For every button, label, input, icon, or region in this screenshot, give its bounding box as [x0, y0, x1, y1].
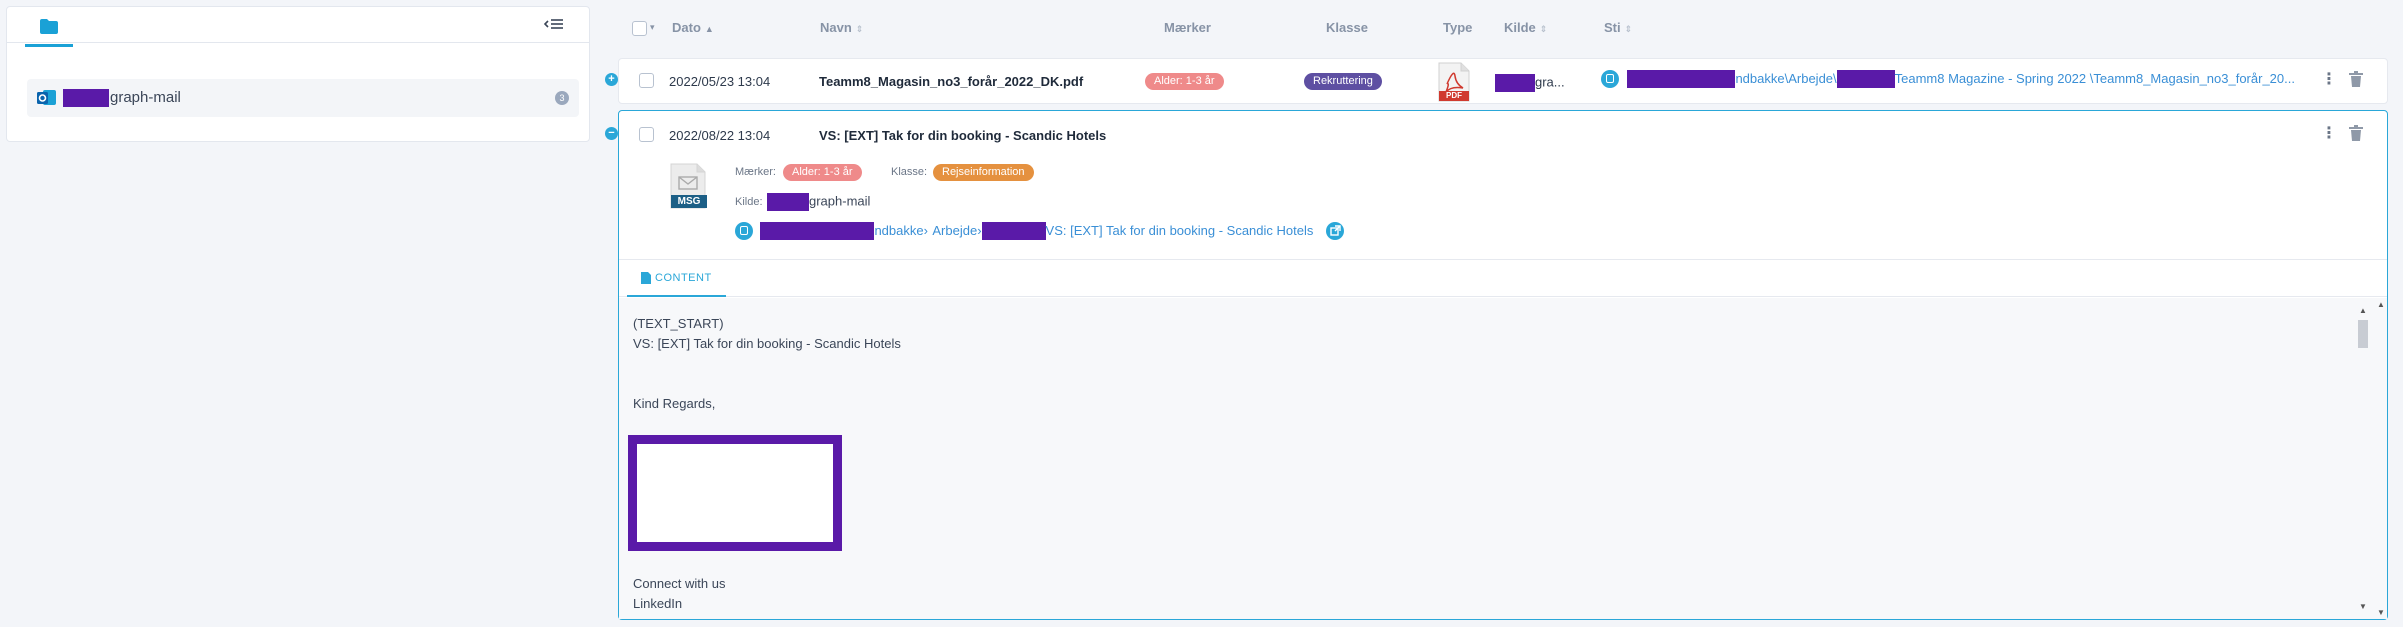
scroll-thumb[interactable] [2358, 320, 2368, 348]
content-scrollbar[interactable]: ▲ ▼ [2357, 306, 2369, 611]
more-options-icon[interactable]: ⋮ [2321, 123, 2337, 143]
column-header-date[interactable]: Dato ▲ [672, 20, 714, 35]
sort-icon: ⇕ [855, 24, 864, 34]
source-panel: graph-mail 3 [6, 6, 590, 142]
column-header-source[interactable]: Kilde ⇕ [1504, 20, 1547, 35]
redacted-block [1495, 74, 1535, 92]
content-line: LinkedIn [633, 596, 683, 611]
file-type-label: MSG [677, 196, 701, 207]
row-name[interactable]: VS: [EXT] Tak for din booking - Scandic … [819, 128, 1106, 143]
content-line: Kind Regards, [633, 396, 716, 411]
row-checkbox[interactable] [639, 73, 654, 88]
path-segment[interactable]: Arbejde› [932, 223, 981, 238]
row-checkbox[interactable] [639, 127, 654, 142]
scroll-down-icon[interactable]: ▼ [2377, 608, 2385, 617]
copy-path-icon[interactable] [735, 222, 753, 240]
path-segment[interactable]: ndbakke\Arbejde\ [1735, 71, 1836, 86]
pdf-file-icon: PDF [1437, 62, 1471, 102]
trash-icon[interactable] [2349, 71, 2363, 92]
file-type-label: PDF [1446, 91, 1462, 100]
expand-row-icon[interactable]: + [605, 73, 618, 86]
path-segment[interactable]: Teamm8 Magazine - Spring 2022 \Teamm8_Ma… [1895, 71, 2295, 86]
tag-badge: Alder: 1-3 år [1145, 73, 1224, 90]
content-line: Connect with us [633, 576, 726, 591]
row-source: gra... [1495, 74, 1565, 92]
collapse-row-icon[interactable]: − [605, 127, 618, 140]
content-viewer: (TEXT_START) VS: [EXT] Tak for din booki… [619, 298, 2387, 619]
sort-asc-icon: ▲ [704, 24, 714, 34]
column-header-name[interactable]: Navn ⇕ [820, 20, 863, 35]
class-label: Klasse: [891, 166, 928, 178]
more-options-icon[interactable]: ⋮ [2321, 69, 2337, 89]
outlook-icon [37, 89, 57, 112]
chevron-down-icon[interactable]: ▾ [650, 22, 655, 33]
content-tabs: CONTENT [619, 259, 2387, 297]
path-segment[interactable]: VS: [EXT] Tak for din booking - Scandic … [1046, 223, 1314, 238]
scroll-down-icon[interactable]: ▼ [2359, 602, 2367, 611]
content-line: (TEXT_START) [633, 316, 724, 331]
redacted-block [767, 193, 809, 211]
document-icon [641, 272, 651, 285]
scroll-up-icon[interactable]: ▲ [2359, 306, 2367, 315]
folder-icon [40, 19, 58, 34]
redacted-block [63, 89, 109, 108]
collapse-sidebar-icon[interactable] [543, 15, 565, 33]
source-item-label: graph-mail [63, 89, 181, 108]
column-header-path[interactable]: Sti ⇕ [1604, 20, 1632, 35]
folder-tab[interactable] [25, 13, 73, 47]
row-path[interactable]: ndbakke\Arbejde\ Teamm8 Magazine - Spring… [1601, 70, 2295, 88]
row-source: graph-mail [767, 193, 870, 211]
tag-badge: Alder: 1-3 år [783, 164, 862, 181]
column-header-tags[interactable]: Mærker [1164, 20, 1211, 35]
source-label: Kilde: [735, 196, 763, 208]
source-panel-toolbar [7, 7, 589, 47]
scroll-up-icon[interactable]: ▲ [2377, 300, 2385, 309]
tab-content[interactable]: CONTENT [627, 260, 726, 297]
column-header-type[interactable]: Type [1443, 20, 1472, 35]
class-badge: Rekruttering [1304, 73, 1382, 90]
path-segment[interactable]: ndbakke› [874, 223, 927, 238]
row-path[interactable]: ndbakke› Arbejde› VS: [EXT] Tak for din b… [735, 222, 1344, 240]
msg-file-icon: MSG [669, 163, 707, 209]
column-header-class[interactable]: Klasse [1326, 20, 1368, 35]
redacted-image [628, 435, 842, 551]
sort-icon: ⇕ [1624, 24, 1633, 34]
sort-icon: ⇕ [1539, 24, 1548, 34]
redacted-block [1627, 70, 1736, 88]
table-row[interactable]: + 2022/05/23 13:04 Teamm8_Magasin_no3_fo… [605, 58, 2388, 104]
redacted-block [760, 222, 875, 240]
open-external-icon[interactable] [1325, 222, 1344, 240]
select-all-checkbox[interactable] [632, 21, 647, 36]
row-name[interactable]: Teamm8_Magasin_no3_forår_2022_DK.pdf [819, 74, 1083, 89]
row-date: 2022/05/23 13:04 [669, 74, 771, 89]
content-line: VS: [EXT] Tak for din booking - Scandic … [633, 336, 901, 351]
source-item-count: 3 [555, 91, 569, 105]
table-row-expanded[interactable]: − 2022/08/22 13:04 VS: [EXT] Tak for din… [605, 110, 2388, 620]
trash-icon[interactable] [2349, 125, 2363, 146]
tags-label: Mærker: [735, 166, 776, 178]
source-item-graph-mail[interactable]: graph-mail 3 [27, 79, 579, 117]
table-header: ▾ Dato ▲ Navn ⇕ Mærker Klasse Type Kilde ⇕ … [618, 12, 2388, 44]
outer-scrollbar[interactable]: ▲ ▼ [2375, 298, 2387, 619]
class-badge: Rejseinformation [933, 164, 1034, 181]
redacted-block [1836, 70, 1895, 88]
copy-path-icon[interactable] [1601, 70, 1619, 88]
row-date: 2022/08/22 13:04 [669, 128, 771, 143]
redacted-block [981, 222, 1046, 240]
